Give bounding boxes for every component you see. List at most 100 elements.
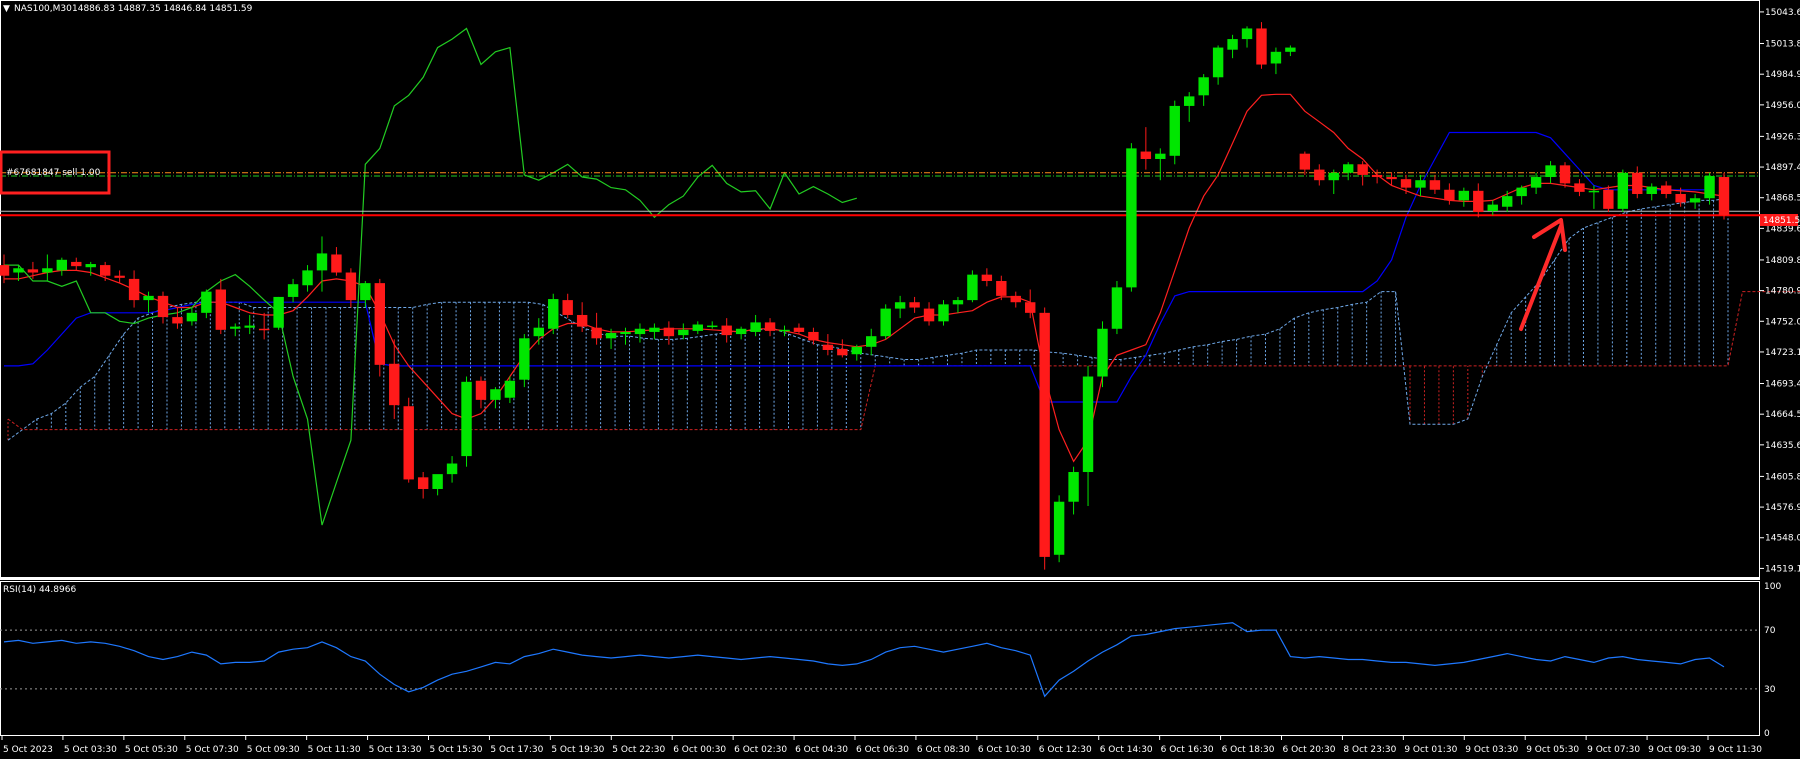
candle-body <box>923 308 935 322</box>
candle-body <box>1617 172 1629 209</box>
time-tick-label: 6 Oct 10:30 <box>978 745 1031 755</box>
candle-body <box>230 326 241 329</box>
candle <box>461 376 472 467</box>
time-tick-label: 5 Oct 15:30 <box>430 745 483 755</box>
candle-body <box>215 289 227 330</box>
candle-body <box>1256 28 1267 65</box>
candle-body <box>114 275 125 278</box>
candle-body <box>649 327 660 332</box>
candle-body <box>345 272 357 301</box>
candle-body <box>56 259 68 271</box>
time-tick-label: 9 Oct 03:30 <box>1465 745 1518 755</box>
candle-body <box>331 254 342 273</box>
symbol-timeframe: NAS100,M30 <box>14 4 72 14</box>
candle-body <box>1039 312 1050 557</box>
candle-body <box>793 327 805 332</box>
candle-body <box>1516 187 1527 197</box>
symbol-menu-icon[interactable]: ▼ <box>3 4 10 14</box>
candle-body <box>1689 198 1701 203</box>
chart-background <box>0 0 1800 759</box>
candle-body <box>707 325 718 328</box>
candle-body <box>157 295 169 318</box>
candle-body <box>374 283 386 365</box>
candle-body <box>27 269 39 273</box>
chart-canvas[interactable]: 100 70 30 0 15043.60 15013.85 14984.90 14956.0… <box>0 0 1800 759</box>
time-tick-label: 6 Oct 12:30 <box>1039 745 1092 755</box>
rsi-tick-label: 100 <box>1764 582 1781 592</box>
time-tick-label: 6 Oct 14:30 <box>1100 745 1153 755</box>
candle-body <box>186 312 198 322</box>
time-tick-label: 9 Oct 07:30 <box>1587 745 1640 755</box>
candle-body <box>1140 151 1152 159</box>
time-tick-label: 5 Oct 22:30 <box>612 745 665 755</box>
price-tick-label: 14548.05 <box>1765 534 1800 544</box>
candle-body <box>837 348 848 356</box>
candle-body <box>1415 180 1426 188</box>
candle-body <box>938 304 949 322</box>
candle-body <box>1082 376 1094 473</box>
time-tick-label: 9 Oct 05:30 <box>1526 745 1579 755</box>
candle <box>1039 307 1050 570</box>
candle <box>273 296 284 330</box>
candle-body <box>128 278 140 301</box>
candle-body <box>1314 169 1325 181</box>
candle-body <box>1285 47 1296 52</box>
candle-body <box>143 295 154 301</box>
time-tick-label: 6 Oct 18:30 <box>1222 745 1275 755</box>
candle-body <box>735 328 747 335</box>
candle-body <box>273 296 284 328</box>
candle <box>548 293 559 335</box>
candle-body <box>99 265 111 276</box>
candle-body <box>1270 51 1282 64</box>
candle-body <box>764 322 776 331</box>
candle-body <box>258 328 270 331</box>
time-tick-label: 9 Oct 09:30 <box>1648 745 1701 755</box>
candle-body <box>1155 153 1166 159</box>
candle-body <box>1111 287 1123 329</box>
candle-body <box>952 300 964 305</box>
candle-body <box>1444 189 1455 201</box>
candle <box>1111 281 1123 335</box>
candle-body <box>779 329 790 332</box>
price-tick-label: 14723.15 <box>1765 348 1800 358</box>
price-tick-label: 14693.40 <box>1765 380 1800 390</box>
candle-body <box>1675 194 1686 203</box>
candle-body <box>1126 148 1137 288</box>
candle <box>1126 143 1137 292</box>
candle-body <box>1025 302 1036 313</box>
candle-body <box>663 327 675 337</box>
candle-body <box>1603 189 1614 209</box>
price-tick-label: 14897.40 <box>1765 163 1800 173</box>
price-tick-label: 14605.85 <box>1765 472 1800 482</box>
candle-body <box>1241 28 1253 40</box>
candle-body <box>302 270 313 286</box>
candle-body <box>1010 295 1021 303</box>
price-tick-label: 14780.95 <box>1765 287 1800 297</box>
candle-body <box>201 291 212 313</box>
candle-body <box>1169 105 1180 156</box>
candle-body <box>1530 177 1542 188</box>
candle-body <box>909 302 920 308</box>
candle-body <box>591 327 602 339</box>
candle-body <box>1660 185 1672 194</box>
candle-body <box>244 325 255 328</box>
candle-body <box>1198 77 1209 96</box>
candle-body <box>1328 172 1339 181</box>
candle-body <box>475 380 487 400</box>
candle <box>519 334 530 388</box>
candle-body <box>287 284 299 297</box>
candle-body <box>808 331 819 341</box>
price-tick-label: 14635.60 <box>1765 441 1800 451</box>
candle-body <box>1386 177 1397 180</box>
candle-body <box>403 406 414 480</box>
time-tick-label: 5 Oct 2023 <box>3 745 53 755</box>
price-tick-label: 14984.90 <box>1765 70 1800 80</box>
price-tick-label: 14926.30 <box>1765 132 1800 142</box>
candle-body <box>1212 47 1224 78</box>
trade-label-text[interactable]: #67681847 sell 1.00 <box>6 168 101 178</box>
candle-body <box>1184 96 1195 106</box>
time-tick-label: 9 Oct 11:30 <box>1709 745 1762 755</box>
price-tick-label: 15043.60 <box>1765 8 1800 18</box>
candle-body <box>504 380 516 398</box>
candle-body <box>13 268 24 273</box>
